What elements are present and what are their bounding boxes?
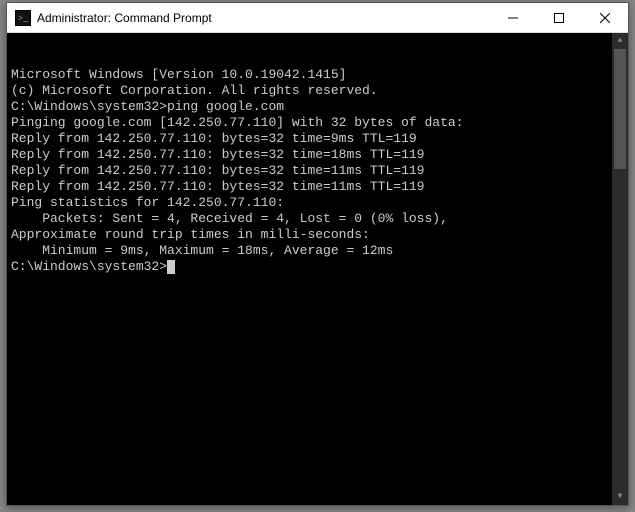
terminal-line: Packets: Sent = 4, Received = 4, Lost = … [11,211,624,227]
terminal-output[interactable]: Microsoft Windows [Version 10.0.19042.14… [7,33,628,505]
terminal-line: Ping statistics for 142.250.77.110: [11,195,624,211]
vertical-scrollbar[interactable]: ▲ ▼ [612,33,628,505]
window-title: Administrator: Command Prompt [37,11,490,25]
terminal-line: Reply from 142.250.77.110: bytes=32 time… [11,163,624,179]
minimize-button[interactable] [490,3,536,32]
scrollbar-thumb[interactable] [614,49,626,169]
cmd-icon: >_ [15,10,31,26]
terminal-line: Reply from 142.250.77.110: bytes=32 time… [11,131,624,147]
text-cursor [167,260,175,274]
command-prompt-window: >_ Administrator: Command Prompt Microso… [6,2,629,506]
maximize-button[interactable] [536,3,582,32]
terminal-line: Microsoft Windows [Version 10.0.19042.14… [11,67,624,83]
terminal-line: Reply from 142.250.77.110: bytes=32 time… [11,179,624,195]
svg-text:>_: >_ [18,13,28,23]
terminal-line: Minimum = 9ms, Maximum = 18ms, Average =… [11,243,624,259]
close-button[interactable] [582,3,628,32]
terminal-line: C:\Windows\system32>ping google.com [11,99,624,115]
terminal-line: Approximate round trip times in milli-se… [11,227,624,243]
terminal-line: Pinging google.com [142.250.77.110] with… [11,115,624,131]
terminal-line: (c) Microsoft Corporation. All rights re… [11,83,624,99]
window-controls [490,3,628,32]
terminal-line: C:\Windows\system32> [11,259,624,275]
terminal-line: Reply from 142.250.77.110: bytes=32 time… [11,147,624,163]
scroll-up-arrow[interactable]: ▲ [612,33,628,49]
titlebar[interactable]: >_ Administrator: Command Prompt [7,3,628,33]
scroll-down-arrow[interactable]: ▼ [612,489,628,505]
